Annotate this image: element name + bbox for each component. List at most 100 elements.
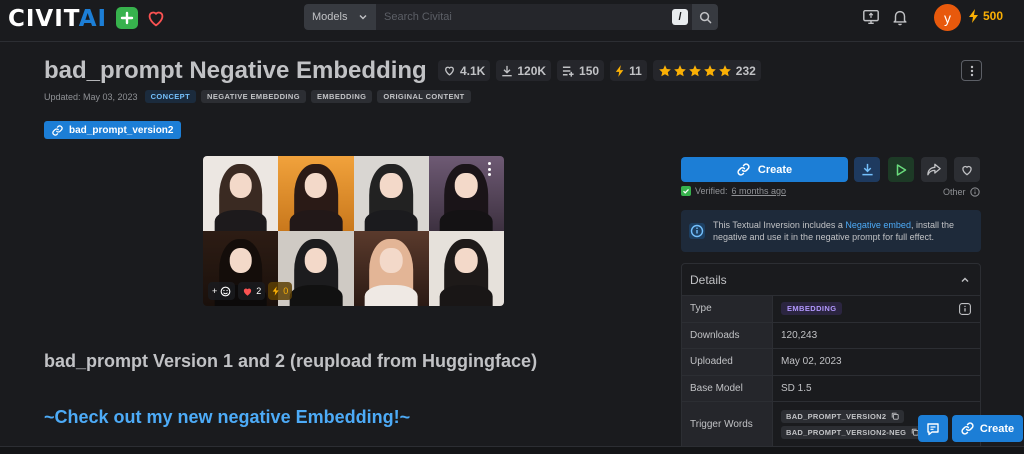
likes-stat[interactable]: 4.1K bbox=[438, 60, 491, 81]
verified-time-link[interactable]: 6 months ago bbox=[732, 186, 787, 196]
search-scope-select[interactable]: Models bbox=[304, 4, 376, 30]
description-heading: bad_prompt Version 1 and 2 (reupload fro… bbox=[44, 351, 538, 371]
gallery-image[interactable] bbox=[428, 156, 504, 231]
rating-stat[interactable]: 232 bbox=[652, 60, 761, 81]
add-reaction-label: + bbox=[212, 286, 218, 296]
search-button[interactable] bbox=[692, 4, 718, 30]
details-row-uploaded: Uploaded May 02, 2023 bbox=[682, 349, 980, 376]
gallery-image[interactable] bbox=[428, 231, 504, 306]
gallery-image[interactable] bbox=[353, 231, 429, 306]
star-icon bbox=[658, 64, 671, 76]
floating-create-label: Create bbox=[979, 422, 1015, 435]
more-options-button[interactable] bbox=[961, 60, 982, 81]
verified-badge-icon bbox=[681, 186, 691, 196]
civitai-logo[interactable]: CIVITAI bbox=[8, 6, 107, 32]
type-label: Type bbox=[682, 296, 773, 322]
lightning-icon bbox=[615, 64, 624, 77]
search-scope-label: Models bbox=[312, 11, 348, 23]
dot bbox=[487, 173, 491, 176]
details-title: Details bbox=[690, 272, 727, 287]
trigger-word-text: BAD_PROMPT_VERSION2 bbox=[786, 411, 887, 421]
add-reaction-button[interactable]: + bbox=[208, 282, 236, 300]
share-button[interactable] bbox=[921, 157, 947, 182]
base-model-label: Base Model bbox=[682, 375, 773, 401]
buzz-tip-count: 11 bbox=[629, 63, 642, 78]
search-input[interactable] bbox=[376, 4, 692, 30]
version-button[interactable]: bad_prompt_version2 bbox=[44, 121, 182, 139]
plus-icon bbox=[120, 11, 134, 25]
heart-outline-icon[interactable] bbox=[145, 7, 167, 29]
gallery-image[interactable] bbox=[203, 156, 279, 231]
star-icon bbox=[718, 64, 731, 76]
heart-icon bbox=[445, 66, 454, 76]
create-button[interactable]: Create bbox=[681, 157, 848, 182]
buzz-reaction-count: 0 bbox=[283, 286, 289, 296]
model-stats: 4.1K 120K 150 11 232 bbox=[438, 60, 761, 81]
uploaded-label: Uploaded bbox=[682, 349, 773, 375]
details-row-type: Type EMBEDDING bbox=[682, 296, 980, 323]
link-icon bbox=[52, 124, 63, 136]
trigger-word-chip[interactable]: BAD_PROMPT_VERSION2 bbox=[781, 409, 905, 423]
floating-create-button[interactable]: Create bbox=[952, 415, 1023, 442]
tag-negative-embedding[interactable]: NEGATIVE EMBEDDING bbox=[201, 90, 306, 103]
dots-vertical-icon bbox=[970, 65, 973, 76]
negative-embed-alert: This Textual Inversion includes a Negati… bbox=[681, 210, 981, 252]
info-circle-icon bbox=[969, 187, 980, 197]
trigger-word-chip[interactable]: BAD_PROMPT_VERSION2-NEG bbox=[781, 425, 925, 439]
license-other[interactable]: Other bbox=[943, 187, 980, 197]
image-reactions: + 2 0 bbox=[208, 282, 293, 300]
copy-icon[interactable] bbox=[891, 412, 899, 420]
info-square-icon[interactable] bbox=[959, 303, 971, 315]
playlist-add-icon bbox=[562, 66, 574, 77]
star-icon bbox=[688, 64, 701, 76]
tag-original-content[interactable]: ORIGINAL CONTENT bbox=[377, 90, 471, 103]
rating-count: 232 bbox=[735, 63, 756, 78]
likes-count: 4.1K bbox=[460, 63, 486, 78]
details-row-base-model: Base Model SD 1.5 bbox=[682, 375, 980, 402]
star-icon bbox=[673, 64, 686, 76]
download-button[interactable] bbox=[854, 157, 880, 182]
heart-filled-icon bbox=[244, 288, 252, 296]
tag-embedding[interactable]: EMBEDDING bbox=[310, 90, 373, 103]
search-shortcut-key: / bbox=[672, 9, 688, 25]
dot bbox=[487, 167, 491, 171]
uploaded-value: May 02, 2023 bbox=[781, 356, 842, 368]
version-label: bad_prompt_version2 bbox=[69, 124, 174, 136]
gallery-image[interactable] bbox=[353, 156, 429, 231]
monitor-upload-icon[interactable] bbox=[862, 8, 880, 26]
chevron-down-icon bbox=[359, 15, 367, 20]
trigger-word-text: BAD_PROMPT_VERSION2-NEG bbox=[786, 427, 907, 437]
trigger-words-list: BAD_PROMPT_VERSION2 BAD_PROMPT_VERSION2-… bbox=[781, 409, 925, 439]
chat-button[interactable] bbox=[918, 415, 948, 442]
create-button-label: Create bbox=[757, 163, 793, 176]
rating-stars bbox=[658, 64, 732, 78]
buzz-balance[interactable]: 500 bbox=[968, 9, 1003, 23]
negative-embed-link[interactable]: Negative embed bbox=[845, 220, 911, 230]
create-plus-button[interactable] bbox=[116, 7, 138, 29]
tag-concept[interactable]: CONCEPT bbox=[144, 90, 197, 103]
user-avatar[interactable]: y bbox=[934, 4, 961, 31]
details-header[interactable]: Details bbox=[682, 264, 980, 296]
search-icon bbox=[699, 11, 711, 23]
link-icon bbox=[737, 163, 750, 176]
other-label: Other bbox=[943, 187, 966, 197]
alert-text-pre: This Textual Inversion includes a bbox=[713, 220, 846, 230]
downloads-count: 120K bbox=[517, 63, 547, 78]
download-icon bbox=[861, 163, 873, 176]
buzz-tip-stat[interactable]: 11 bbox=[610, 60, 647, 81]
bell-icon[interactable] bbox=[891, 8, 909, 26]
trigger-words-label: Trigger Words bbox=[682, 402, 773, 446]
collections-stat[interactable]: 150 bbox=[557, 60, 605, 81]
gallery-menu-button[interactable] bbox=[486, 162, 492, 176]
alert-text: This Textual Inversion includes a Negati… bbox=[713, 219, 973, 243]
description-link-heading[interactable]: ~Check out my new negative Embedding!~ bbox=[44, 407, 410, 428]
heart-reaction-button[interactable]: 2 bbox=[238, 282, 266, 300]
downloads-stat: 120K bbox=[496, 60, 552, 81]
logo-text-main: CIVIT bbox=[8, 6, 79, 32]
buzz-reaction-button[interactable]: 0 bbox=[268, 282, 293, 300]
verified-status: Verified: 6 months ago bbox=[681, 186, 786, 196]
gallery-image[interactable] bbox=[278, 156, 354, 231]
buzz-count: 500 bbox=[983, 9, 1004, 23]
like-button[interactable] bbox=[954, 157, 980, 182]
run-button[interactable] bbox=[888, 157, 914, 182]
